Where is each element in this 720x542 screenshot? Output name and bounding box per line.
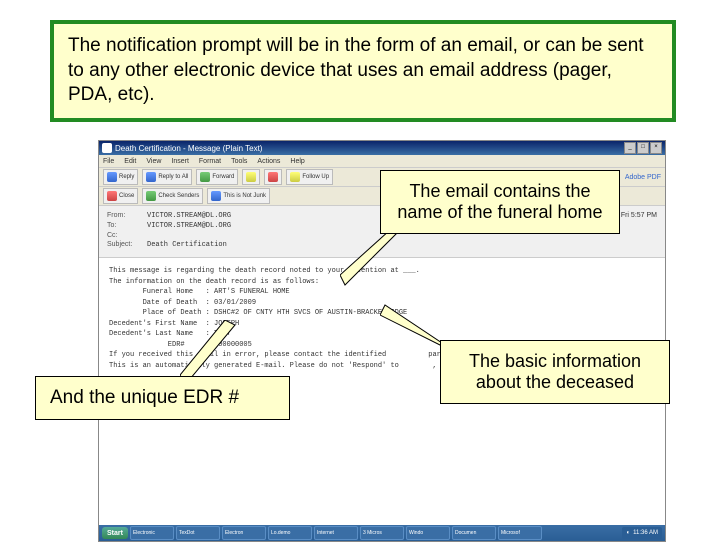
taskbar-item[interactable]: TexDot (176, 526, 220, 540)
close-button[interactable]: × (650, 142, 662, 154)
menu-item[interactable]: Actions (257, 158, 280, 165)
tray-icon: ◐ (626, 530, 630, 536)
top-callout: The notification prompt will be in the f… (50, 20, 676, 122)
menu-bar: File Edit View Insert Format Tools Actio… (99, 155, 665, 168)
from-value: VICTOR.STREAM@DL.ORG (147, 212, 231, 220)
print-button[interactable] (242, 169, 260, 185)
taskbar-item[interactable]: Documen (452, 526, 496, 540)
mail-icon (102, 143, 112, 153)
reply-all-button[interactable]: Reply to All (142, 169, 192, 185)
delete-button[interactable] (264, 169, 282, 185)
close-msg-button[interactable]: Close (103, 188, 138, 204)
menu-item[interactable]: View (146, 158, 161, 165)
menu-item[interactable]: Insert (171, 158, 189, 165)
callout-edr-number: And the unique EDR # (35, 376, 290, 420)
taskbar-item[interactable]: Electron (222, 526, 266, 540)
subject-value: Death Certification (147, 241, 227, 249)
taskbar-item[interactable]: Windo (406, 526, 450, 540)
followup-button[interactable]: Follow Up (286, 169, 333, 185)
cc-label: Cc: (107, 232, 147, 239)
from-label: From: (107, 212, 147, 220)
to-label: To: (107, 222, 147, 230)
taskbar-item[interactable]: Electronic (130, 526, 174, 540)
menu-item[interactable]: Format (199, 158, 221, 165)
titlebar: Death Certification - Message (Plain Tex… (99, 141, 665, 155)
clock: 11:36 AM (633, 530, 658, 536)
taskbar-item[interactable]: Lo.demo (268, 526, 312, 540)
adobe-pdf-label: Adobe PDF (625, 174, 661, 181)
callout-deceased-info: The basic information about the deceased (440, 340, 670, 404)
to-value: VICTOR.STREAM@DL.ORG (147, 222, 231, 230)
start-button[interactable]: Start (102, 527, 128, 539)
taskbar-item[interactable]: Internet (314, 526, 358, 540)
subject-label: Subject: (107, 241, 147, 249)
callout-funeral-home: The email contains the name of the funer… (380, 170, 620, 234)
menu-item[interactable]: Edit (124, 158, 136, 165)
menu-item[interactable]: Tools (231, 158, 247, 165)
minimize-button[interactable]: _ (624, 142, 636, 154)
sent-value: Fri 5:57 PM (621, 212, 657, 220)
taskbar-item[interactable]: Microsof (498, 526, 542, 540)
taskbar-tray: ◐11:36 AM (622, 527, 662, 539)
not-junk-button[interactable]: This is Not Junk (207, 188, 270, 204)
maximize-button[interactable]: □ (637, 142, 649, 154)
forward-button[interactable]: Forward (196, 169, 238, 185)
menu-item[interactable]: Help (290, 158, 304, 165)
taskbar: Start Electronic TexDot Electron Lo.demo… (99, 525, 665, 541)
check-senders-button[interactable]: Check Senders (142, 188, 203, 204)
reply-button[interactable]: Reply (103, 169, 138, 185)
window-title: Death Certification - Message (Plain Tex… (115, 144, 262, 153)
menu-item[interactable]: File (103, 158, 114, 165)
taskbar-item[interactable]: 3 Micros (360, 526, 404, 540)
